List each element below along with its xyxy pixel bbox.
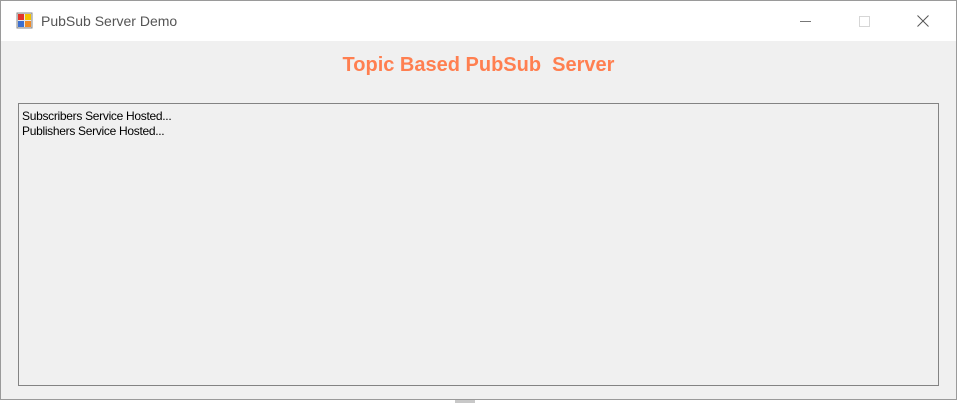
page-title: Topic Based PubSub Server [342, 54, 615, 76]
log-line: Subscribers Service Hosted... [22, 109, 172, 123]
app-window: PubSub Server Demo Topic Based PubSub Se… [0, 0, 957, 400]
maximize-button[interactable] [841, 1, 887, 41]
minimize-button[interactable] [782, 1, 828, 41]
close-button[interactable] [900, 1, 946, 41]
window-title: PubSub Server Demo [41, 13, 178, 29]
log-textbox[interactable]: Subscribers Service Hosted... Publishers… [18, 103, 939, 386]
app-icon [16, 12, 33, 29]
close-icon [917, 15, 929, 27]
minimize-icon [799, 20, 811, 22]
title-bar[interactable]: PubSub Server Demo [1, 1, 956, 41]
log-line: Publishers Service Hosted... [22, 124, 165, 138]
maximize-icon [858, 15, 870, 27]
